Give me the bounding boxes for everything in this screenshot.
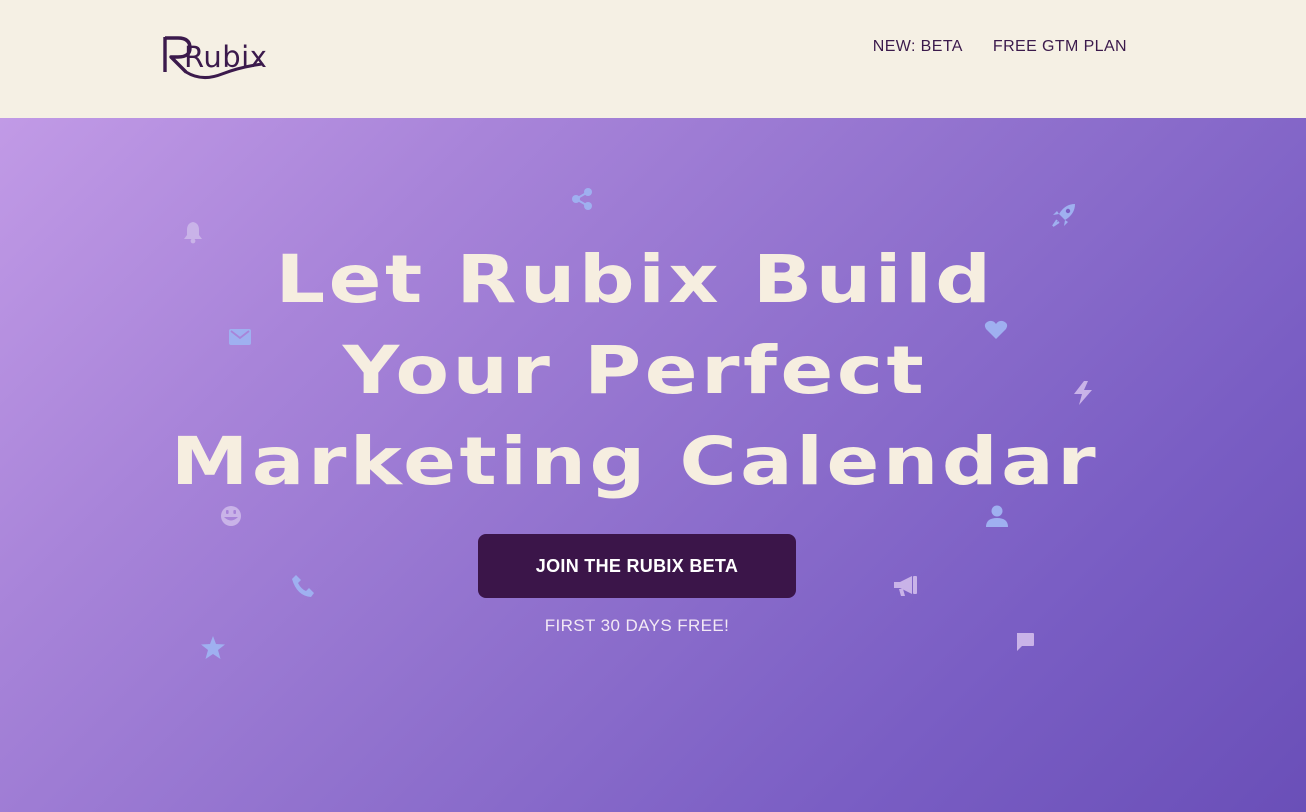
share-icon <box>572 188 592 210</box>
hero-title: Let Rubix Build Your Perfect Marketing C… <box>0 234 1306 507</box>
hero-title-line-2: Your Perfect <box>342 332 928 409</box>
hero-title-line-3: Marketing Calendar <box>170 423 1100 500</box>
smiley-icon <box>221 506 241 526</box>
rubix-logo[interactable]: Rubix <box>162 34 268 80</box>
hero-section: Let Rubix Build Your Perfect Marketing C… <box>0 118 1306 812</box>
chat-icon <box>1017 633 1034 651</box>
phone-icon <box>292 575 314 597</box>
star-icon <box>201 636 225 659</box>
site-header: Rubix NEW: BETA FREE GTM PLAN <box>0 0 1306 118</box>
free-trial-note: FIRST 30 DAYS FREE! <box>544 616 730 635</box>
nav-free-gtm-plan[interactable]: FREE GTM PLAN <box>993 37 1127 57</box>
hero-title-line-1: Let Rubix Build <box>275 241 995 318</box>
nav-new-beta[interactable]: NEW: BETA <box>873 37 963 57</box>
join-beta-button[interactable]: JOIN THE RUBIX BETA <box>478 534 796 598</box>
megaphone-icon <box>894 576 917 596</box>
user-icon <box>986 505 1008 527</box>
top-nav: NEW: BETA FREE GTM PLAN <box>873 37 1127 57</box>
rocket-icon <box>1052 204 1075 227</box>
logo-wordmark: Rubix <box>184 40 268 74</box>
